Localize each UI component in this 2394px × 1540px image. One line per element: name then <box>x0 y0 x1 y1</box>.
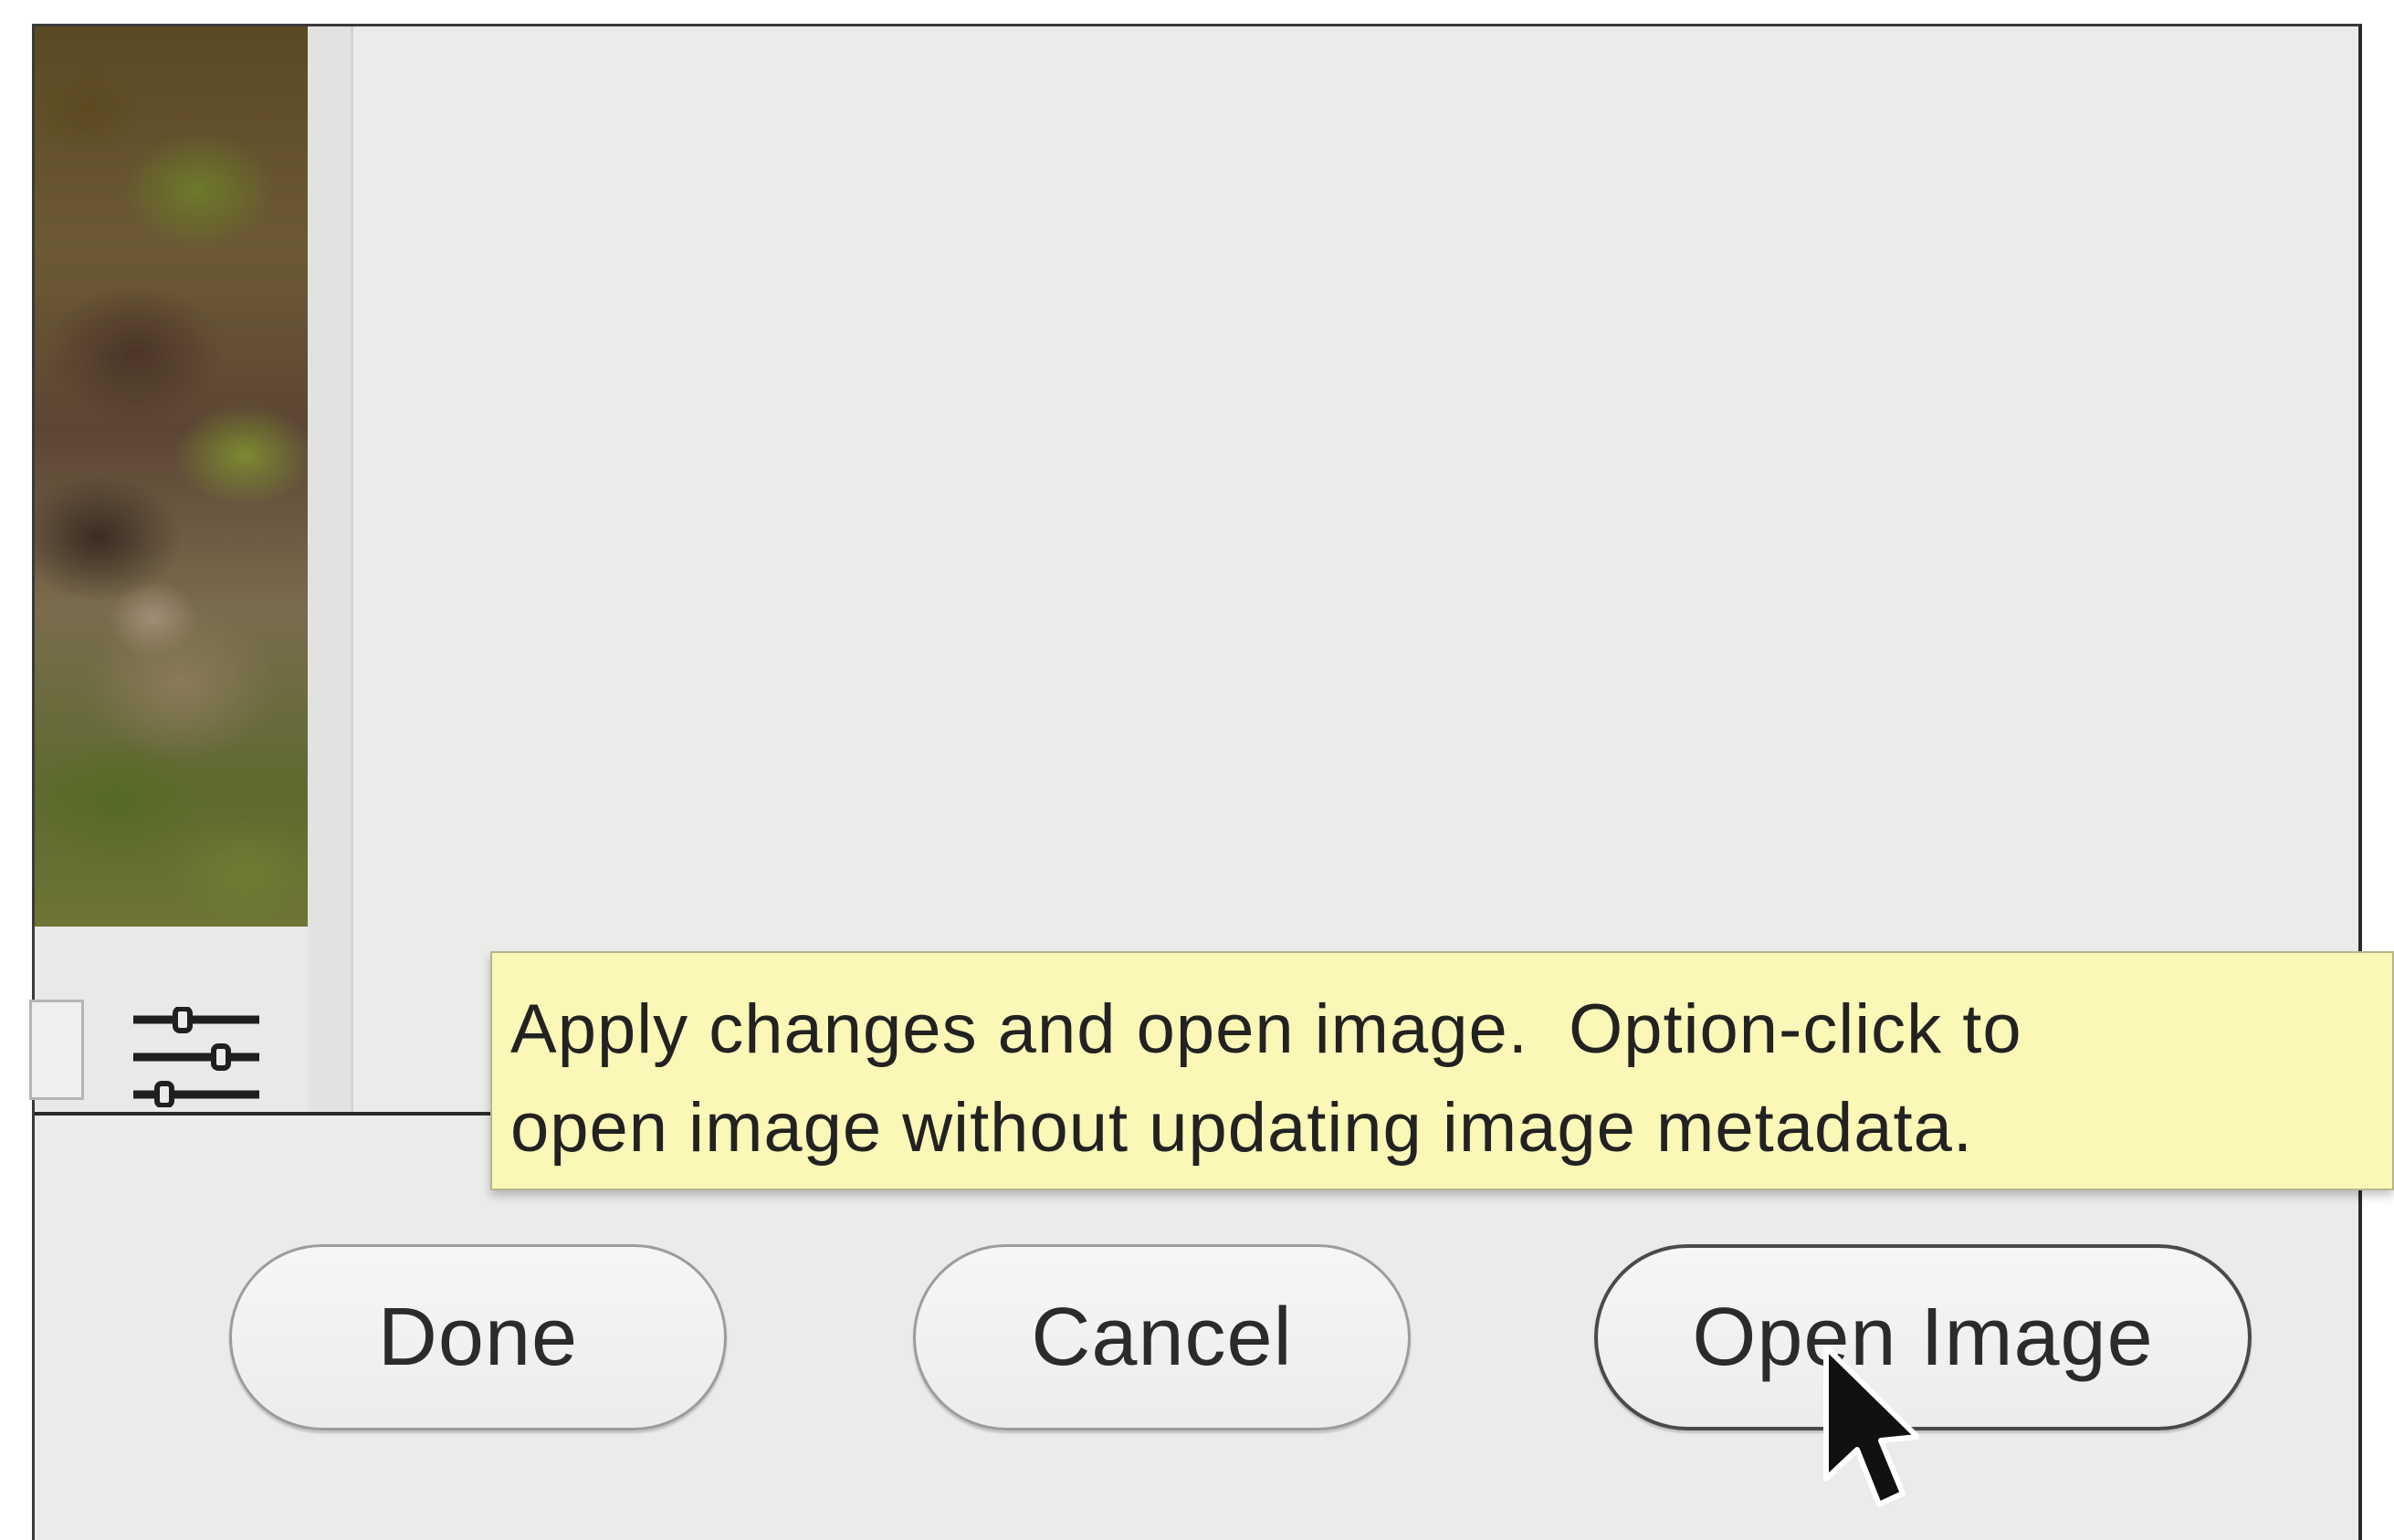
open-image-tooltip: Apply changes and open image. Option-cli… <box>490 951 2394 1190</box>
open-image-button-label: Open Image <box>1692 1291 2154 1383</box>
done-button-label: Done <box>377 1291 579 1383</box>
filmstrip-field[interactable] <box>29 1000 84 1100</box>
filmstrip-toolbar <box>29 927 308 1112</box>
preview-area <box>353 26 2358 1112</box>
cancel-button-label: Cancel <box>1031 1291 1293 1383</box>
mouse-pointer-icon <box>1823 1345 1919 1507</box>
camera-raw-dialog: Done Cancel Open Image <box>29 24 2362 1540</box>
done-button[interactable]: Done <box>229 1244 727 1430</box>
tooltip-line-1: Apply changes and open image. Option-cli… <box>510 990 2022 1068</box>
open-image-button[interactable]: Open Image <box>1594 1244 2252 1430</box>
panel-divider[interactable] <box>308 26 353 1112</box>
tooltip-line-2: open image without updating image metada… <box>510 1089 1974 1167</box>
screenshot-stage: Done Cancel Open Image Apply changes and… <box>0 0 2394 1540</box>
image-thumbnail[interactable] <box>35 26 308 927</box>
sliders-icon[interactable] <box>133 1007 259 1107</box>
cancel-button[interactable]: Cancel <box>913 1244 1411 1430</box>
